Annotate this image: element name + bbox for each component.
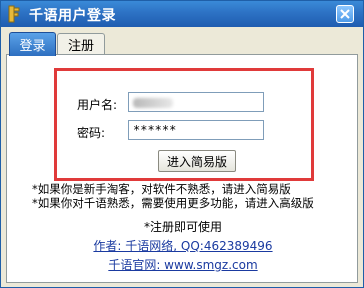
password-field[interactable]: ****** <box>128 120 264 140</box>
username-label: 用户名: <box>77 98 118 112</box>
login-window: 千语用户登录 登录 注册 用户名: 密码: ****** 进入简易版 *如果你是… <box>0 0 364 288</box>
tab-register[interactable]: 注册 <box>57 33 105 55</box>
username-value-redacted <box>133 98 173 108</box>
site-link[interactable]: 千语官网: www.smgz.com <box>108 258 257 272</box>
password-label: 密码: <box>77 126 106 140</box>
username-field[interactable] <box>128 92 264 112</box>
register-note: *注册即可使用 <box>143 220 222 234</box>
key-icon <box>7 5 23 23</box>
author-link[interactable]: 作者: 千语网络, QQ:462389496 <box>93 239 272 253</box>
close-icon <box>340 9 350 19</box>
title-bar[interactable]: 千语用户登录 <box>1 1 363 27</box>
tip-line-2: *如果你对千语熟悉，需要使用更多功能，请进入高级版 <box>32 196 314 210</box>
tab-bar: 登录 注册 <box>1 27 363 56</box>
window-title: 千语用户登录 <box>29 8 116 24</box>
tab-login[interactable]: 登录 <box>9 32 56 56</box>
enter-simple-button[interactable]: 进入简易版 <box>158 150 236 172</box>
close-button[interactable] <box>336 5 354 23</box>
